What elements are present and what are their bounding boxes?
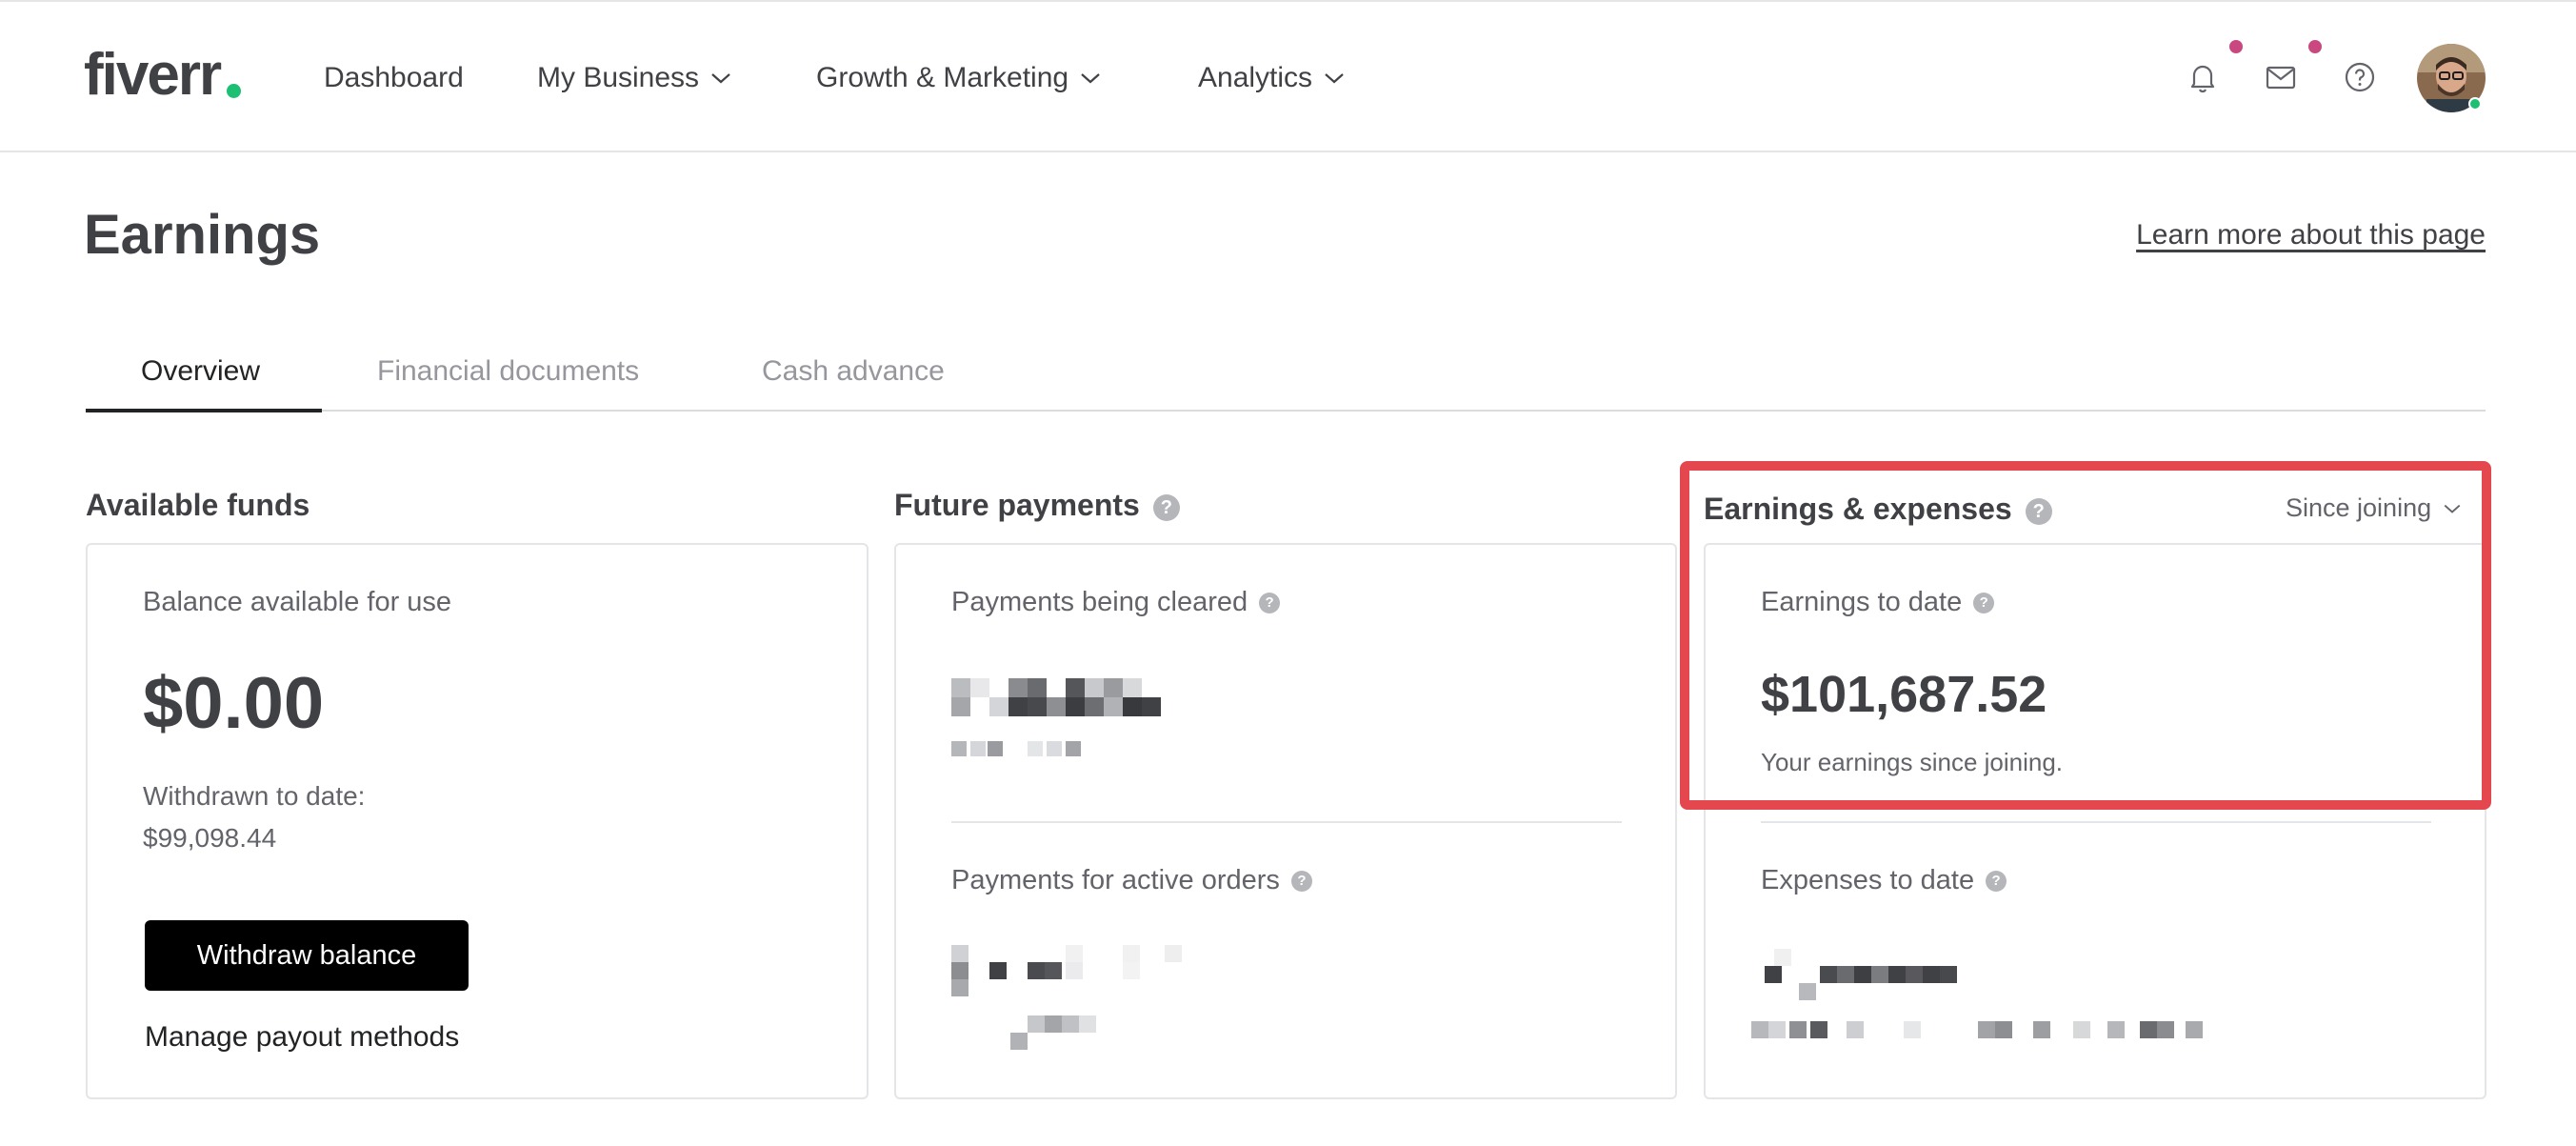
- page-title: Earnings: [84, 204, 321, 266]
- redacted-cleared-amount: [951, 678, 1161, 756]
- nav-item-dashboard[interactable]: Dashboard: [324, 59, 464, 97]
- tab-cash-advance[interactable]: Cash advance: [762, 352, 945, 412]
- redacted-expenses-amount: [1751, 949, 2203, 1038]
- chevron-down-icon: [711, 73, 730, 84]
- label-text: Payments being cleared: [951, 587, 1248, 617]
- section-title-text: Earnings & expenses: [1704, 492, 2012, 526]
- label-text: Expenses to date: [1761, 865, 1975, 895]
- help-icon[interactable]: ?: [2025, 497, 2052, 525]
- logo-text: fiverr: [84, 42, 222, 108]
- chevron-down-icon: [2444, 504, 2461, 513]
- nav-label: My Business: [537, 62, 700, 93]
- help-circle-icon[interactable]: [2343, 60, 2377, 94]
- withdrawn-label: Withdrawn to date:: [143, 781, 366, 811]
- help-icon[interactable]: ?: [1152, 493, 1180, 521]
- learn-more-link[interactable]: Learn more about this page: [2136, 219, 2486, 251]
- nav-item-analytics[interactable]: Analytics: [1198, 59, 1345, 97]
- balance-label: Balance available for use: [143, 587, 452, 617]
- envelope-icon[interactable]: [2264, 60, 2298, 94]
- nav-item-growth-marketing[interactable]: Growth & Marketing: [816, 59, 1101, 97]
- tab-bar: Overview Financial documents Cash advanc…: [86, 352, 2486, 412]
- notification-dot: [2229, 40, 2243, 53]
- earnings-caption: Your earnings since joining.: [1761, 748, 2064, 776]
- nav-label: Analytics: [1198, 62, 1313, 93]
- top-navbar: fiverr Dashboard My Business Growth & Ma…: [0, 0, 2576, 152]
- withdraw-balance-button[interactable]: Withdraw balance: [145, 920, 469, 991]
- period-select-value: Since joining: [2286, 493, 2432, 522]
- chevron-down-icon: [1081, 73, 1100, 84]
- help-icon[interactable]: ?: [1986, 871, 2007, 893]
- tab-label: Financial documents: [377, 355, 640, 387]
- chevron-down-icon: [1325, 73, 1344, 84]
- bell-icon[interactable]: [2186, 60, 2220, 94]
- available-funds-card: Balance available for use $0.00 Withdraw…: [86, 543, 869, 1099]
- message-dot: [2308, 40, 2322, 53]
- manage-payout-methods-link[interactable]: Manage payout methods: [145, 1021, 459, 1054]
- tab-financial-documents[interactable]: Financial documents: [377, 352, 639, 412]
- expenses-to-date-label: Expenses to date?: [1761, 863, 2007, 897]
- tab-overview[interactable]: Overview: [141, 352, 260, 412]
- section-title-text: Future payments: [894, 488, 1140, 522]
- help-icon[interactable]: ?: [1290, 871, 1312, 893]
- nav-item-my-business[interactable]: My Business: [537, 59, 731, 97]
- section-title-text: Available funds: [86, 488, 310, 522]
- label-text: Payments for active orders: [951, 865, 1280, 895]
- logo-dot: [227, 84, 241, 98]
- earnings-to-date-label: Earnings to date?: [1761, 585, 1995, 619]
- nav-label: Dashboard: [324, 62, 464, 93]
- payments-active-orders-label: Payments for active orders?: [951, 863, 1312, 897]
- earnings-expenses-card: Earnings to date? $101,687.52 Your earni…: [1704, 543, 2486, 1099]
- earnings-expenses-title: Earnings & expenses?: [1704, 490, 2052, 528]
- payments-cleared-label: Payments being cleared?: [951, 585, 1281, 619]
- tab-label: Cash advance: [762, 355, 945, 387]
- help-icon[interactable]: ?: [1259, 593, 1281, 614]
- online-status-dot: [2468, 97, 2482, 111]
- future-payments-card: Payments being cleared? Payments for act…: [894, 543, 1677, 1099]
- label-text: Earnings to date: [1761, 587, 1963, 617]
- future-payments-title: Future payments?: [894, 486, 1180, 524]
- withdrawn-value: $99,098.44: [143, 823, 277, 853]
- card-divider: [1761, 821, 2431, 823]
- earnings-to-date-value: $101,687.52: [1761, 666, 2047, 723]
- nav-label: Growth & Marketing: [816, 62, 1069, 93]
- redacted-active-orders-amount: [951, 945, 1182, 1050]
- tab-label: Overview: [141, 355, 261, 387]
- balance-value: $0.00: [143, 663, 325, 744]
- active-tab-indicator: [86, 409, 322, 412]
- fiverr-logo[interactable]: fiverr: [84, 42, 222, 109]
- help-icon[interactable]: ?: [1973, 593, 1995, 614]
- available-funds-title: Available funds: [86, 486, 310, 524]
- period-select[interactable]: Since joining: [2286, 493, 2462, 523]
- card-divider: [951, 821, 1622, 823]
